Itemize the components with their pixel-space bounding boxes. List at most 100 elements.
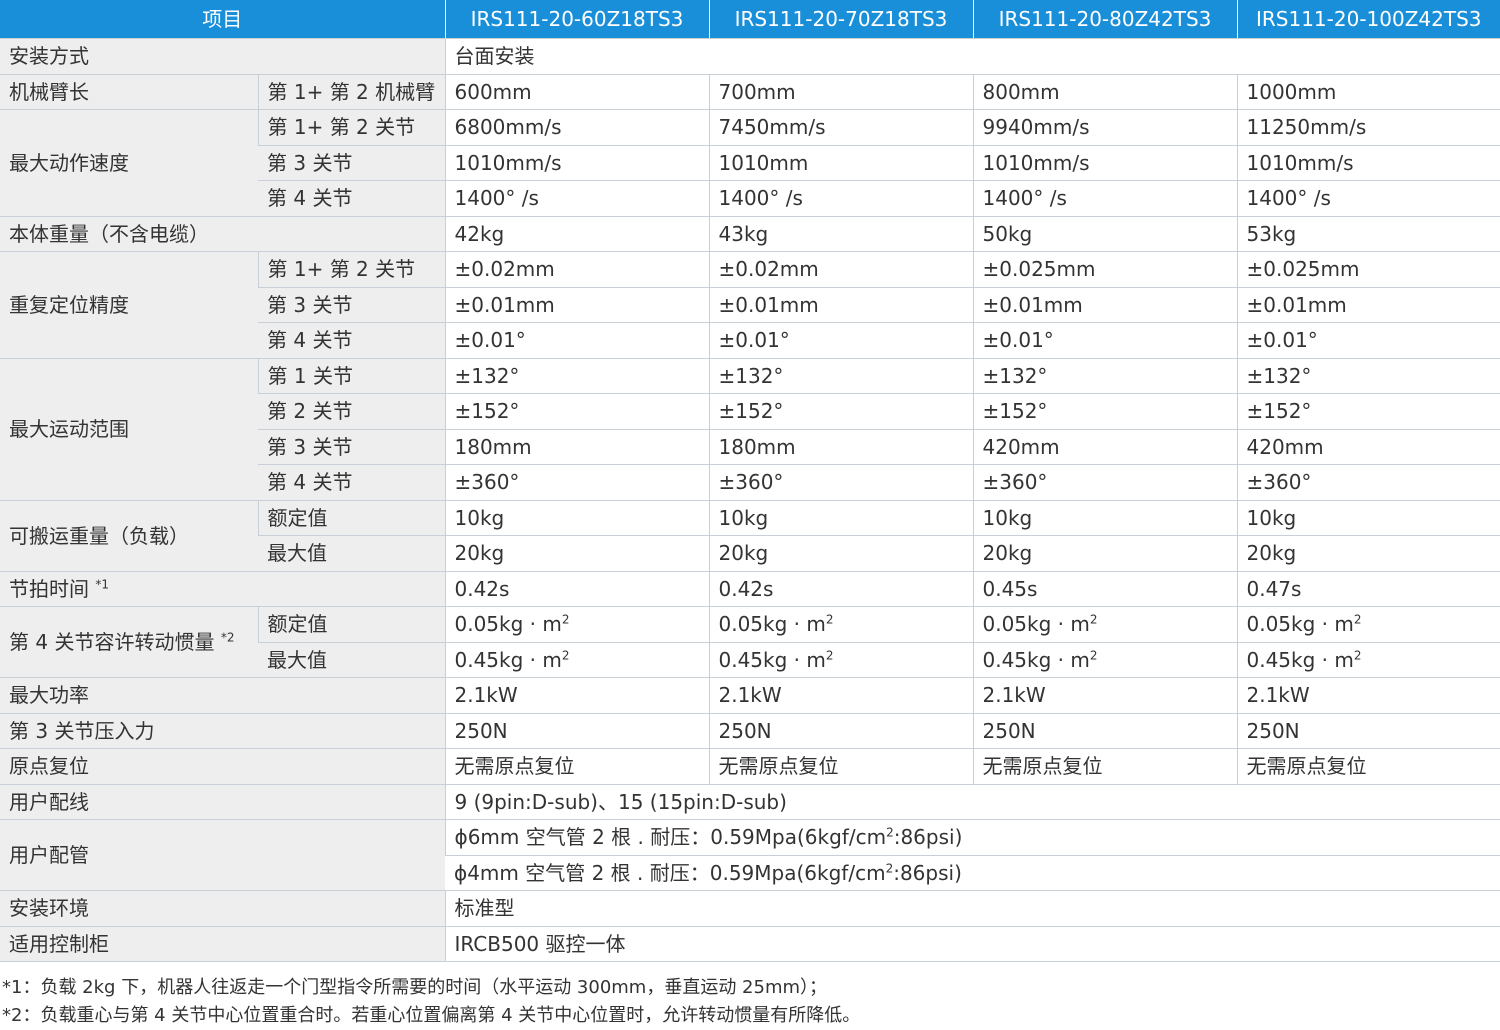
value-cell: 11250mm/s <box>1236 109 1500 146</box>
row-label: 可搬运重量（负载） <box>0 500 258 572</box>
value-cell: ϕ6mm 空气管 2 根 . 耐压：0.59Mpa(6kgf/cm2:86psi… <box>444 819 1500 856</box>
value-number: 0.45 <box>1246 647 1292 672</box>
value-cell: ±360° <box>708 464 973 501</box>
unit-exponent: 2 <box>1353 648 1362 663</box>
value-number: 0.05 <box>718 612 764 637</box>
value-cell: 0.45kg · m2 <box>972 642 1237 678</box>
value-number: 0.45 <box>982 647 1028 672</box>
value-cell: 0.45kg · m2 <box>444 642 709 678</box>
piping-text: ϕ4mm 空气管 2 根 . 耐压：0.59Mpa(6kgf/cm <box>454 860 886 885</box>
value-cell: 标准型 <box>444 890 1500 927</box>
piping-text-end: :86psi) <box>893 825 963 850</box>
unit-exponent: 2 <box>1353 612 1362 627</box>
table-row: 原点复位 无需原点复位 无需原点复位 无需原点复位 无需原点复位 <box>0 748 1500 785</box>
table-row: 第 3 关节压入力 250N 250N 250N 250N <box>0 713 1500 749</box>
value-cell: 2.1kW <box>708 677 973 714</box>
value-cell: ±0.01mm <box>444 287 709 323</box>
value-cell: ±152° <box>708 393 973 430</box>
value-cell: 无需原点复位 <box>972 748 1237 785</box>
row-label: 安装方式 <box>0 38 445 75</box>
sub-label: 第 4 关节 <box>258 180 445 217</box>
value-cell: ±0.02mm <box>708 251 973 288</box>
header-model: IRS111-20-60Z18TS3 <box>444 0 709 39</box>
unit-exponent: 2 <box>825 612 834 627</box>
value-cell: 600mm <box>444 74 709 110</box>
header-item: 项目 <box>0 0 445 39</box>
value-cell: 250N <box>708 713 973 749</box>
footnote-mark: *2 <box>220 630 235 645</box>
sub-label: 最大值 <box>258 535 445 572</box>
value-cell: 43kg <box>708 216 973 252</box>
value-cell: 10kg <box>972 500 1237 536</box>
value-cell: 0.42s <box>708 571 973 607</box>
value-cell: ±0.02mm <box>444 251 709 288</box>
value-unit: kg · m <box>763 612 826 637</box>
row-label: 用户配线 <box>0 784 445 820</box>
table-row: 重复定位精度 第 1+ 第 2 关节 ±0.02mm ±0.02mm ±0.02… <box>0 251 1500 359</box>
value-cell: ±132° <box>1236 358 1500 394</box>
value-number: 0.45 <box>454 647 500 672</box>
value-cell: 9 (9pin:D-sub)、15 (15pin:D-sub) <box>444 784 1500 820</box>
unit-exponent: 2 <box>561 648 570 663</box>
value-cell: 53kg <box>1236 216 1500 252</box>
footnote: *2：负载重心与第 4 关节中心位置重合时。若重心位置偏离第 4 关节中心位置时… <box>2 1004 861 1026</box>
value-cell: 1400° /s <box>708 180 973 217</box>
sub-label: 第 1+ 第 2 机械臂 <box>257 74 445 110</box>
footnotes: *1：负载 2kg 下，机器人往返走一个门型指令所需要的时间（水平运动 300m… <box>0 962 1500 1030</box>
value-cell: 20kg <box>1236 535 1500 572</box>
table-row: 安装方式 台面安装 <box>0 38 1500 75</box>
value-number: 0.05 <box>1246 612 1292 637</box>
value-cell: 250N <box>972 713 1237 749</box>
value-cell: 0.05kg · m2 <box>444 606 709 643</box>
unit-exponent: 2 <box>1089 648 1098 663</box>
value-unit: kg · m <box>763 647 826 672</box>
row-label-text: 节拍时间 <box>9 576 89 601</box>
unit-exponent: 2 <box>1089 612 1098 627</box>
spec-table: 项目 IRS111-20-60Z18TS3 IRS111-20-70Z18TS3… <box>0 0 1500 962</box>
value-cell: 0.45s <box>972 571 1237 607</box>
row-label: 安装环境 <box>0 890 445 927</box>
table-row: 节拍时间 *1 0.42s 0.42s 0.45s 0.47s <box>0 571 1500 607</box>
table-row: 最大动作速度 第 1+ 第 2 关节 6800mm/s 7450mm/s 994… <box>0 109 1500 217</box>
value-cell: 2.1kW <box>972 677 1237 714</box>
table-row: 最大功率 2.1kW 2.1kW 2.1kW 2.1kW <box>0 677 1500 714</box>
row-label: 机械臂长 <box>0 74 258 110</box>
value-cell: ±0.01° <box>972 322 1237 359</box>
value-cell: 20kg <box>708 535 973 572</box>
piping-text: ϕ6mm 空气管 2 根 . 耐压：0.59Mpa(6kgf/cm <box>454 825 887 850</box>
value-cell: ±0.01mm <box>972 287 1237 323</box>
value-cell: ±0.01° <box>1236 322 1500 359</box>
value-cell: 无需原点复位 <box>708 748 973 785</box>
unit-exponent: 2 <box>886 825 894 840</box>
value-cell: 0.45kg · m2 <box>708 642 973 678</box>
header-model: IRS111-20-70Z18TS3 <box>708 0 973 39</box>
value-cell: 800mm <box>972 74 1237 110</box>
value-cell: 42kg <box>444 216 709 252</box>
sub-label: 第 3 关节 <box>258 429 445 465</box>
value-cell: 10kg <box>1236 500 1500 536</box>
row-label-text: 第 4 关节容许转动惯量 <box>9 630 215 654</box>
sub-label: 第 1 关节 <box>257 358 445 394</box>
value-unit: kg · m <box>1291 647 1354 672</box>
footnote-mark: *1 <box>95 577 109 592</box>
value-cell: 1400° /s <box>1236 180 1500 217</box>
value-cell: 1010mm <box>708 145 973 181</box>
value-cell: 1010mm/s <box>444 145 709 181</box>
value-cell: 1000mm <box>1236 74 1500 110</box>
value-cell: 20kg <box>972 535 1237 572</box>
footnote: *1：负载 2kg 下，机器人往返走一个门型指令所需要的时间（水平运动 300m… <box>2 977 828 998</box>
value-cell: ±360° <box>972 464 1237 501</box>
value-cell: ±0.01mm <box>708 287 973 323</box>
value-cell: ±152° <box>1236 393 1500 430</box>
row-label: 适用控制柜 <box>0 926 445 962</box>
sub-label: 第 3 关节 <box>258 287 445 323</box>
value-cell: ±0.01° <box>708 322 973 359</box>
value-cell: 台面安装 <box>444 38 1500 75</box>
value-cell: 9940mm/s <box>972 109 1237 146</box>
table-row: 机械臂长 第 1+ 第 2 机械臂 600mm 700mm 800mm 1000… <box>0 74 1500 110</box>
sub-label: 最大值 <box>258 642 445 678</box>
value-cell: 0.05kg · m2 <box>708 606 973 643</box>
value-number: 0.05 <box>982 612 1028 637</box>
row-label: 重复定位精度 <box>0 251 258 359</box>
table-row: 用户配管 ϕ6mm 空气管 2 根 . 耐压：0.59Mpa(6kgf/cm2:… <box>0 819 1500 891</box>
